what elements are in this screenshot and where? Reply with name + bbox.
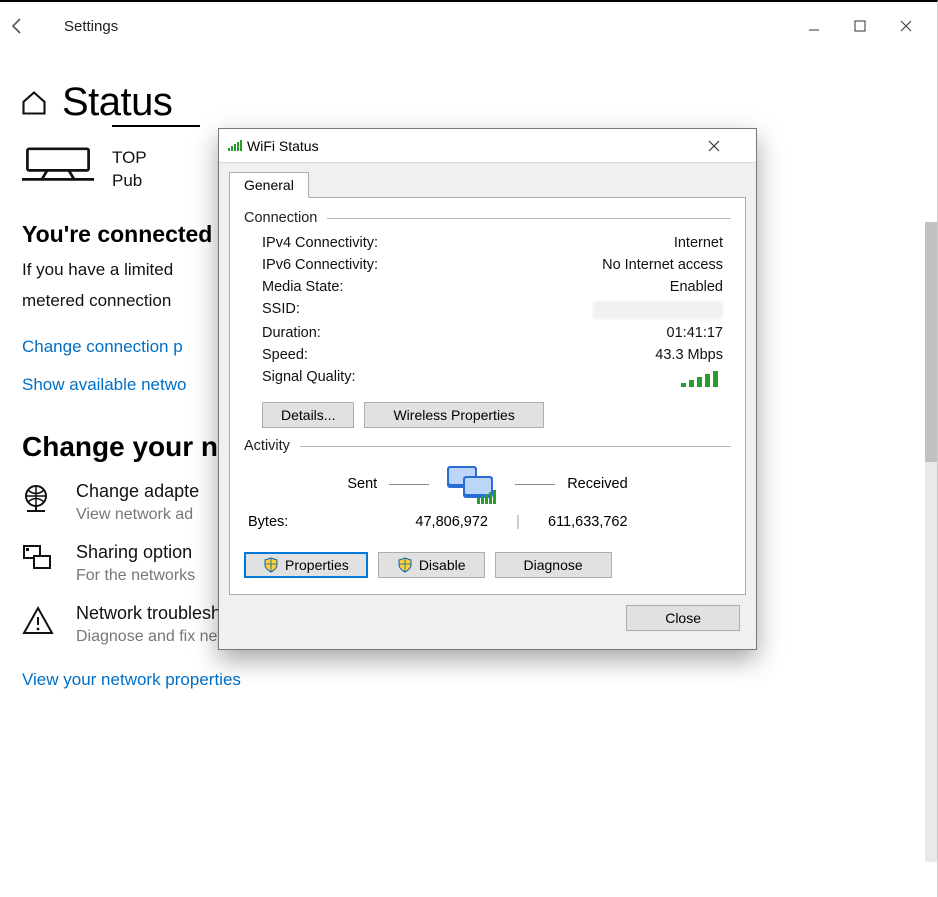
bytes-sent-value: 47,806,972 xyxy=(358,514,488,530)
close-window-button[interactable] xyxy=(883,10,929,42)
change-connection-properties-link[interactable]: Change connection p xyxy=(22,337,183,357)
details-button[interactable]: Details... xyxy=(262,402,354,428)
sharing-icon xyxy=(22,544,54,576)
signal-bars-icon xyxy=(679,369,723,389)
option-desc: For the networks xyxy=(76,567,195,585)
dialog-titlebar: WiFi Status xyxy=(219,129,756,163)
wifi-status-dialog: WiFi Status General Connection IPv4 Conn… xyxy=(218,128,757,650)
app-title: Settings xyxy=(64,18,118,35)
show-available-networks-link[interactable]: Show available netwo xyxy=(22,375,186,395)
divider-line xyxy=(112,125,200,127)
ssid-row: SSID: xyxy=(262,298,723,322)
disable-button[interactable]: Disable xyxy=(378,552,485,578)
maximize-button[interactable] xyxy=(837,10,883,42)
scrollbar-thumb[interactable] xyxy=(925,222,937,462)
ipv4-row: IPv4 Connectivity: Internet xyxy=(262,232,723,254)
back-button[interactable] xyxy=(8,16,56,36)
speed-row: Speed: 43.3 Mbps xyxy=(262,344,723,366)
window-titlebar: Settings xyxy=(0,2,937,50)
home-icon xyxy=(20,89,48,117)
vertical-scrollbar[interactable] xyxy=(925,222,937,862)
bytes-row: Bytes: 47,806,972 | 611,633,762 xyxy=(248,514,727,530)
option-label: Sharing option xyxy=(76,542,195,563)
received-label: Received xyxy=(567,476,627,492)
page-title: Status xyxy=(62,80,172,125)
warning-triangle-icon xyxy=(22,605,54,637)
dialog-title: WiFi Status xyxy=(247,138,319,154)
diagnose-button[interactable]: Diagnose xyxy=(495,552,612,578)
minimize-button[interactable] xyxy=(791,10,837,42)
duration-row: Duration: 01:41:17 xyxy=(262,322,723,344)
ssid-value-redacted xyxy=(593,301,723,319)
properties-button[interactable]: Properties xyxy=(244,552,368,578)
view-network-properties-link[interactable]: View your network properties xyxy=(22,670,937,690)
network-name-partial: TOP xyxy=(112,147,147,170)
network-type-partial: Pub xyxy=(112,170,147,193)
shield-icon xyxy=(263,557,279,573)
dialog-tab-content: Connection IPv4 Connectivity: Internet I… xyxy=(229,197,746,595)
signal-quality-row: Signal Quality: xyxy=(262,366,723,392)
option-label: Change adapte xyxy=(76,481,199,502)
globe-icon xyxy=(22,483,54,515)
sent-label: Sent xyxy=(347,476,377,492)
tab-general[interactable]: General xyxy=(229,172,309,198)
dialog-close-button[interactable] xyxy=(708,140,748,152)
activity-visualization: Sent xyxy=(244,460,731,508)
network-activity-icon xyxy=(441,460,503,508)
bytes-received-value: 611,633,762 xyxy=(548,514,688,530)
ipv6-row: IPv6 Connectivity: No Internet access xyxy=(262,254,723,276)
wifi-bars-icon xyxy=(227,139,243,153)
close-button[interactable]: Close xyxy=(626,605,740,631)
shield-icon xyxy=(397,557,413,573)
media-state-row: Media State: Enabled xyxy=(262,276,723,298)
connection-group-title: Connection xyxy=(244,210,731,226)
option-desc: View network ad xyxy=(76,506,199,524)
activity-group-title: Activity xyxy=(244,438,731,454)
monitor-icon xyxy=(22,147,94,183)
page-header: Status xyxy=(20,80,937,125)
wireless-properties-button[interactable]: Wireless Properties xyxy=(364,402,543,428)
